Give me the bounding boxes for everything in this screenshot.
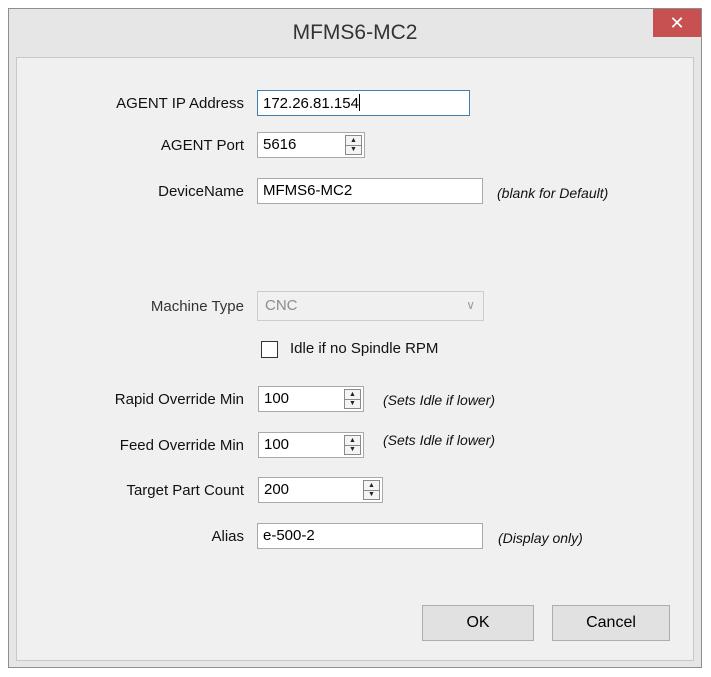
feed-override-spinner[interactable]: 100 ▲ ▼: [258, 432, 364, 458]
alias-label: Alias: [211, 528, 244, 545]
chevron-down-icon: ∨: [466, 298, 475, 312]
agent-port-label: AGENT Port: [160, 137, 244, 154]
rapid-override-spin-buttons[interactable]: ▲ ▼: [344, 389, 361, 409]
agent-port-value: 5616: [263, 136, 297, 153]
agent-ip-input[interactable]: 172.26.81.154: [257, 90, 470, 116]
machine-type-label: Machine Type: [150, 298, 244, 315]
alias-hint: (Display only): [498, 530, 583, 546]
close-button[interactable]: ✕: [653, 9, 701, 37]
alias-input[interactable]: e-500-2: [257, 523, 483, 549]
alias-value: e-500-2: [263, 527, 315, 544]
spin-down-icon[interactable]: ▼: [346, 145, 361, 154]
agent-ip-label: AGENT IP Address: [116, 95, 244, 112]
idle-no-spindle-checkbox[interactable]: [261, 341, 278, 358]
ok-button[interactable]: OK: [422, 605, 534, 641]
feed-override-spin-buttons[interactable]: ▲ ▼: [344, 435, 361, 455]
agent-ip-value: 172.26.81.154: [263, 95, 359, 112]
spin-down-icon[interactable]: ▼: [345, 399, 360, 408]
form-panel: AGENT IP Address 172.26.81.154 AGENT Por…: [16, 57, 694, 661]
rapid-override-hint: (Sets Idle if lower): [383, 392, 496, 408]
rapid-override-spinner[interactable]: 100 ▲ ▼: [258, 386, 364, 412]
target-part-count-spinner[interactable]: 200 ▲ ▼: [258, 477, 383, 503]
agent-port-spinner[interactable]: 5616 ▲ ▼: [257, 132, 365, 158]
spin-down-icon[interactable]: ▼: [345, 445, 360, 454]
feed-override-label: Feed Override Min: [119, 437, 244, 454]
close-icon: ✕: [669, 13, 685, 33]
target-part-count-value: 200: [264, 481, 290, 498]
device-name-label: DeviceName: [158, 183, 244, 200]
machine-type-select[interactable]: CNC ∨: [257, 291, 484, 321]
agent-port-spin-buttons[interactable]: ▲ ▼: [345, 135, 362, 155]
dialog-window: MFMS6-MC2 ✕ AGENT IP Address 172.26.81.1…: [8, 8, 702, 668]
feed-override-value: 100: [264, 436, 290, 453]
idle-no-spindle-label[interactable]: Idle if no Spindle RPM: [290, 340, 438, 357]
cancel-button[interactable]: Cancel: [552, 605, 670, 641]
window-title: MFMS6-MC2: [292, 21, 418, 44]
text-caret: [358, 94, 360, 111]
title-bar[interactable]: MFMS6-MC2 ✕: [9, 9, 701, 57]
device-name-input[interactable]: MFMS6-MC2: [257, 178, 483, 204]
target-part-count-label: Target Part Count: [126, 482, 244, 499]
spin-down-icon[interactable]: ▼: [364, 490, 379, 499]
device-name-value: MFMS6-MC2: [263, 182, 353, 199]
feed-override-hint: (Sets Idle if lower): [383, 432, 496, 448]
rapid-override-label: Rapid Override Min: [114, 391, 244, 408]
target-part-count-spin-buttons[interactable]: ▲ ▼: [363, 480, 380, 500]
rapid-override-value: 100: [264, 390, 290, 407]
machine-type-value: CNC: [265, 297, 298, 314]
device-name-hint: (blank for Default): [497, 185, 609, 201]
